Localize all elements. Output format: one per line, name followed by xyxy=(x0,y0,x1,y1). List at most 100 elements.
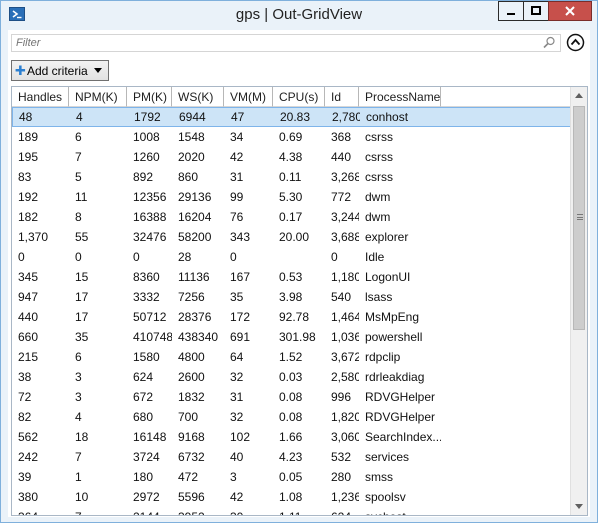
cell-npm: 8 xyxy=(75,210,82,224)
table-row[interactable]: 39 1 180 472 3 0.05 280 smss xyxy=(12,467,572,487)
table-row[interactable]: 215 6 1580 4800 64 1.52 3,672 rdpclip xyxy=(12,347,572,367)
table-row[interactable]: 947 17 3332 7256 35 3.98 540 lsass xyxy=(12,287,572,307)
column-header-vm[interactable]: VM(M) xyxy=(224,87,273,107)
table-row[interactable]: 48 4 1792 6944 47 20.83 2,780 conhost xyxy=(12,107,572,127)
title-bar[interactable]: gps | Out-GridView xyxy=(1,1,597,29)
search-icon[interactable] xyxy=(542,36,556,50)
table-row[interactable]: 380 10 2972 5596 42 1.08 1,236 spoolsv xyxy=(12,487,572,507)
cell-vm: 3 xyxy=(230,470,237,484)
cell-id: 0 xyxy=(331,250,338,264)
cell-ws: 58200 xyxy=(178,230,212,244)
cell-processname: dwm xyxy=(365,190,391,204)
column-header-npm[interactable]: NPM(K) xyxy=(69,87,127,107)
column-header-cpu[interactable]: CPU(s) xyxy=(273,87,325,107)
cell-ws: 6944 xyxy=(179,110,206,124)
cell-processname: LogonUI xyxy=(365,270,411,284)
table-row[interactable]: 82 4 680 700 32 0.08 1,820 RDVGHelper xyxy=(12,407,572,427)
cell-ws: 6732 xyxy=(178,450,205,464)
cell-processname: csrss xyxy=(365,150,393,164)
cell-vm: 31 xyxy=(230,170,244,184)
cell-processname: rdpclip xyxy=(365,350,401,364)
column-header-processname[interactable]: ProcessName xyxy=(359,87,441,107)
table-row[interactable]: 660 35 410748 438340 691 301.98 1,036 powershel… xyxy=(12,327,572,347)
cell-processname: MsMpEng xyxy=(365,310,420,324)
table-row[interactable]: 182 8 16388 16204 76 0.17 3,244 dwm xyxy=(12,207,572,227)
cell-pm: 50712 xyxy=(133,310,167,324)
cell-id: 540 xyxy=(331,290,352,304)
table-row[interactable]: 345 15 8360 11136 167 0.53 1,180 LogonUI xyxy=(12,267,572,287)
cell-npm: 1 xyxy=(75,470,82,484)
cell-id: 996 xyxy=(331,390,352,404)
minimize-button[interactable] xyxy=(498,1,524,21)
cell-id: 772 xyxy=(331,190,352,204)
cell-pm: 680 xyxy=(133,410,154,424)
cell-ws: 2020 xyxy=(178,150,205,164)
column-header-id[interactable]: Id xyxy=(325,87,359,107)
table-row[interactable]: 83 5 892 860 31 0.11 3,268 csrss xyxy=(12,167,572,187)
cell-npm: 4 xyxy=(76,110,83,124)
cell-handles: 1,370 xyxy=(18,230,49,244)
cell-id: 1,180 xyxy=(331,270,359,284)
scroll-thumb[interactable] xyxy=(573,106,585,330)
cell-npm: 55 xyxy=(75,230,89,244)
filter-input[interactable] xyxy=(12,35,532,51)
cell-ws: 28376 xyxy=(178,310,212,324)
cell-ws: 4800 xyxy=(178,350,205,364)
cell-id: 440 xyxy=(331,150,352,164)
table-row[interactable]: 189 6 1008 1548 34 0.69 368 csrss xyxy=(12,127,572,147)
cell-cpu: 0.53 xyxy=(279,270,303,284)
table-row[interactable]: 72 3 672 1832 31 0.08 996 RDVGHelper xyxy=(12,387,572,407)
process-grid[interactable]: Handles NPM(K) PM(K) WS(K) VM(M) CPU(s) … xyxy=(11,86,588,516)
vertical-scrollbar[interactable] xyxy=(570,87,587,515)
table-row[interactable]: 562 18 16148 9168 102 1.66 3,060 SearchIndex... xyxy=(12,427,572,447)
cell-vm: 40 xyxy=(230,450,244,464)
column-header-handles[interactable]: Handles xyxy=(12,87,69,107)
cell-handles: 48 xyxy=(19,110,33,124)
table-row[interactable]: 242 7 3724 6732 40 4.23 532 services xyxy=(12,447,572,467)
cell-ws: 1548 xyxy=(178,130,205,144)
table-row[interactable]: 364721443952301.11624svchost xyxy=(12,507,572,515)
cell-id: 3,060 xyxy=(331,430,359,444)
minimize-icon xyxy=(507,13,515,15)
cell-cpu: 20.83 xyxy=(280,110,311,124)
table-row[interactable]: 0 0 0 28 0 0 Idle xyxy=(12,247,572,267)
cell-pm: 12356 xyxy=(133,190,167,204)
cell-npm: 35 xyxy=(75,330,89,344)
add-criteria-button[interactable]: ✚ Add criteria xyxy=(11,60,109,81)
grid-header: Handles NPM(K) PM(K) WS(K) VM(M) CPU(s) … xyxy=(12,87,572,107)
maximize-button[interactable] xyxy=(523,1,549,21)
cell-cpu: 0.69 xyxy=(279,130,303,144)
scroll-up-icon[interactable] xyxy=(571,87,587,104)
table-row[interactable]: 192 11 12356 29136 99 5.30 772 dwm xyxy=(12,187,572,207)
collapse-criteria-icon[interactable] xyxy=(566,33,585,52)
table-row[interactable]: 1,370 55 32476 58200 343 20.00 3,688 explorer xyxy=(12,227,572,247)
table-row[interactable]: 38 3 624 2600 32 0.03 2,580 rdrleakdiag xyxy=(12,367,572,387)
table-row[interactable]: 440 17 50712 28376 172 92.78 1,464 MsMpEng xyxy=(12,307,572,327)
cell-pm: 672 xyxy=(133,390,154,404)
column-header-ws[interactable]: WS(K) xyxy=(172,87,224,107)
cell-vm: 42 xyxy=(230,150,244,164)
cell-cpu: 0.08 xyxy=(279,390,303,404)
cell-processname: spoolsv xyxy=(365,490,406,504)
table-row[interactable]: 195 7 1260 2020 42 4.38 440 csrss xyxy=(12,147,572,167)
cell-vm: 0 xyxy=(230,250,237,264)
cell-processname: explorer xyxy=(365,230,409,244)
column-header-pm[interactable]: PM(K) xyxy=(127,87,172,107)
cell-processname: rdrleakdiag xyxy=(365,370,425,384)
close-button[interactable] xyxy=(548,1,592,21)
cell-ws: 7256 xyxy=(178,290,205,304)
cell-npm: 7 xyxy=(75,150,82,164)
cell-handles: 440 xyxy=(18,310,39,324)
scroll-down-icon[interactable] xyxy=(571,498,587,515)
filter-box[interactable] xyxy=(11,34,561,52)
cell-processname: svchost xyxy=(359,510,441,515)
cell-vm: 42 xyxy=(230,490,244,504)
cell-id: 624 xyxy=(325,510,359,515)
cell-handles: 345 xyxy=(18,270,39,284)
cell-handles: 82 xyxy=(18,410,32,424)
cell-pm: 16388 xyxy=(133,210,167,224)
cell-processname: conhost xyxy=(366,110,409,124)
cell-npm: 17 xyxy=(75,290,89,304)
cell-id: 1,820 xyxy=(331,410,359,424)
close-icon xyxy=(565,6,575,16)
